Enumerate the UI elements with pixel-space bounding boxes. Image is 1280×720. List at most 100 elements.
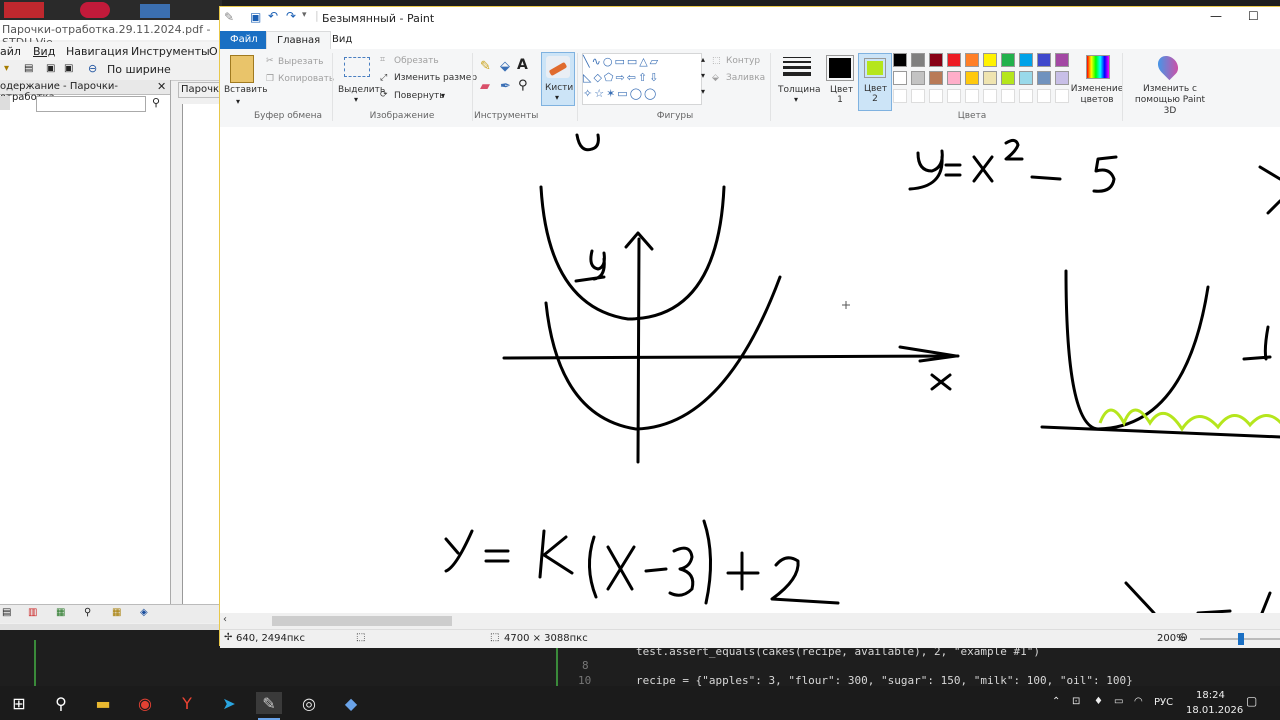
color1-label[interactable]: Цвет 1 (830, 85, 853, 105)
telegram-icon[interactable]: ➤ (218, 692, 240, 714)
palette-custom-slot[interactable] (1001, 89, 1015, 103)
clock-date[interactable]: 18.01.2026 (1186, 705, 1243, 716)
paste-dropdown-icon[interactable]: ▾ (236, 97, 240, 106)
cut-button[interactable]: Вырезать (278, 57, 323, 67)
copy-icon[interactable]: ❐ (266, 74, 274, 84)
language-indicator[interactable]: РУС (1154, 697, 1173, 708)
copy-button[interactable]: Копировать (278, 74, 334, 84)
palette-custom-slot[interactable] (983, 89, 997, 103)
size-dropdown-icon[interactable]: ▾ (794, 95, 798, 104)
page2-icon[interactable]: ▣ (64, 63, 73, 74)
palette-custom-slot[interactable] (911, 89, 925, 103)
size-icon[interactable] (783, 57, 811, 76)
palette-swatch[interactable] (947, 53, 961, 67)
tab-view[interactable]: Вид (322, 31, 362, 49)
quick-access-dropdown-icon[interactable]: ▾ (302, 10, 307, 20)
minimize-icon[interactable]: — (1210, 9, 1222, 23)
palette-swatch[interactable] (929, 53, 943, 67)
contents-search-input[interactable] (36, 96, 146, 112)
zoom-out-icon[interactable]: ⊖ (1178, 630, 1188, 644)
redo-icon[interactable]: ↷ (286, 9, 296, 23)
palette-swatch[interactable] (893, 71, 907, 85)
palette-swatch[interactable] (1055, 53, 1069, 67)
resize-icon[interactable]: ⤢ (380, 73, 387, 83)
print-icon[interactable]: ▤ (24, 63, 33, 74)
tray-expand-icon[interactable]: ⌃ (1052, 696, 1060, 707)
zoom-out-icon[interactable]: ⊖ (88, 62, 97, 75)
clock-time[interactable]: 18:24 (1196, 690, 1225, 701)
select-icon[interactable] (344, 57, 370, 77)
binoculars-icon[interactable]: ⚲ (152, 96, 160, 109)
color-picker-icon[interactable]: ✒ (500, 79, 511, 94)
color2-button[interactable]: Цвет 2 (858, 53, 892, 111)
rotate-button[interactable]: Повернуть (394, 91, 445, 101)
paint-taskbar-icon[interactable]: ✎ (256, 692, 282, 714)
resize-button[interactable]: Изменить размер (394, 73, 477, 83)
outline-icon[interactable]: ⬚ (712, 56, 721, 66)
color1-swatch[interactable] (826, 55, 854, 81)
tab-file[interactable]: Файл (220, 31, 268, 49)
palette-swatch[interactable] (947, 71, 961, 85)
shapes-more-icon[interactable]: ▾ (701, 87, 705, 96)
drawing-canvas[interactable] (220, 127, 1280, 613)
crop-button[interactable]: Обрезать (394, 56, 439, 66)
crop-icon[interactable]: ⌗ (380, 55, 385, 65)
folder-icon[interactable]: ▾ (4, 63, 9, 74)
palette-swatch[interactable] (983, 71, 997, 85)
search-icon[interactable]: ⚲ (84, 607, 91, 618)
fill-button[interactable]: Заливка (726, 73, 765, 83)
tray-network-icon[interactable]: ⊡ (1072, 696, 1080, 707)
doc-tab[interactable]: Парочк (178, 82, 222, 98)
save-icon[interactable]: ▣ (250, 10, 261, 24)
close-icon[interactable]: ✕ (157, 80, 166, 93)
palette-swatch[interactable] (911, 71, 925, 85)
menu-tools[interactable]: Инструменты (131, 45, 210, 58)
undo-icon[interactable]: ↶ (268, 9, 278, 23)
chrome-icon[interactable]: ◉ (134, 692, 156, 714)
magnifier-icon[interactable]: ⚲ (518, 78, 528, 93)
menu-file[interactable]: айл (0, 45, 21, 58)
fill-bucket-icon[interactable]: ⬙ (500, 59, 510, 74)
palette-swatch[interactable] (965, 53, 979, 67)
rotate-dropdown-icon[interactable]: ▾ (441, 91, 445, 100)
palette-custom-slot[interactable] (965, 89, 979, 103)
palette-custom-slot[interactable] (893, 89, 907, 103)
fit-width-label[interactable]: По ширине (107, 63, 171, 76)
annotations-icon[interactable]: ▦ (112, 607, 121, 618)
palette-swatch[interactable] (893, 53, 907, 67)
outline-button[interactable]: Контур (726, 56, 760, 66)
palette-swatch[interactable] (929, 71, 943, 85)
shapes-scroll-down-icon[interactable]: ▾ (701, 71, 705, 80)
page-icon[interactable]: ▣ (46, 63, 55, 74)
select-dropdown-icon[interactable]: ▾ (354, 95, 358, 104)
pycharm-icon[interactable]: ◎ (298, 692, 320, 714)
paint3d-icon[interactable] (1153, 51, 1183, 81)
palette-swatch[interactable] (983, 53, 997, 67)
pages-icon[interactable]: ▤ (2, 607, 11, 618)
tray-mic-icon[interactable]: ♦ (1094, 696, 1103, 707)
notifications-icon[interactable]: ▢ (1246, 694, 1257, 708)
menu-view[interactable]: Вид (33, 45, 55, 58)
palette-custom-slot[interactable] (1037, 89, 1051, 103)
rotate-icon[interactable]: ⟳ (380, 90, 388, 100)
palette-swatch[interactable] (1001, 71, 1015, 85)
pencil-icon[interactable]: ✎ (480, 59, 491, 74)
menu-more[interactable]: О (209, 45, 218, 58)
maximize-icon[interactable]: ☐ (1248, 9, 1259, 23)
tray-wifi-icon[interactable]: ◠ (1134, 696, 1143, 707)
windows-start-icon[interactable]: ⊞ (8, 692, 30, 714)
paste-button[interactable]: Вставить (224, 85, 268, 95)
palette-custom-slot[interactable] (947, 89, 961, 103)
palette-custom-slot[interactable] (1055, 89, 1069, 103)
edit-colors-button[interactable]: Изменение цветов (1070, 84, 1124, 106)
stdu-taskbar-icon[interactable]: ◆ (340, 692, 362, 714)
palette-swatch[interactable] (1055, 71, 1069, 85)
fill-icon[interactable]: ⬙ (712, 73, 719, 83)
palette-custom-slot[interactable] (1019, 89, 1033, 103)
file-explorer-icon[interactable]: ▬ (92, 692, 114, 714)
yandex-browser-icon[interactable]: Y (176, 692, 198, 714)
layers-icon[interactable]: ◈ (140, 607, 148, 618)
palette-swatch[interactable] (1001, 53, 1015, 67)
shapes-gallery[interactable]: ╲∿○▭▭△▱ ◺◇⬠⇨⇦⇧⇩ ✧☆✶▭◯◯ (582, 53, 702, 105)
paste-icon[interactable] (230, 55, 254, 83)
